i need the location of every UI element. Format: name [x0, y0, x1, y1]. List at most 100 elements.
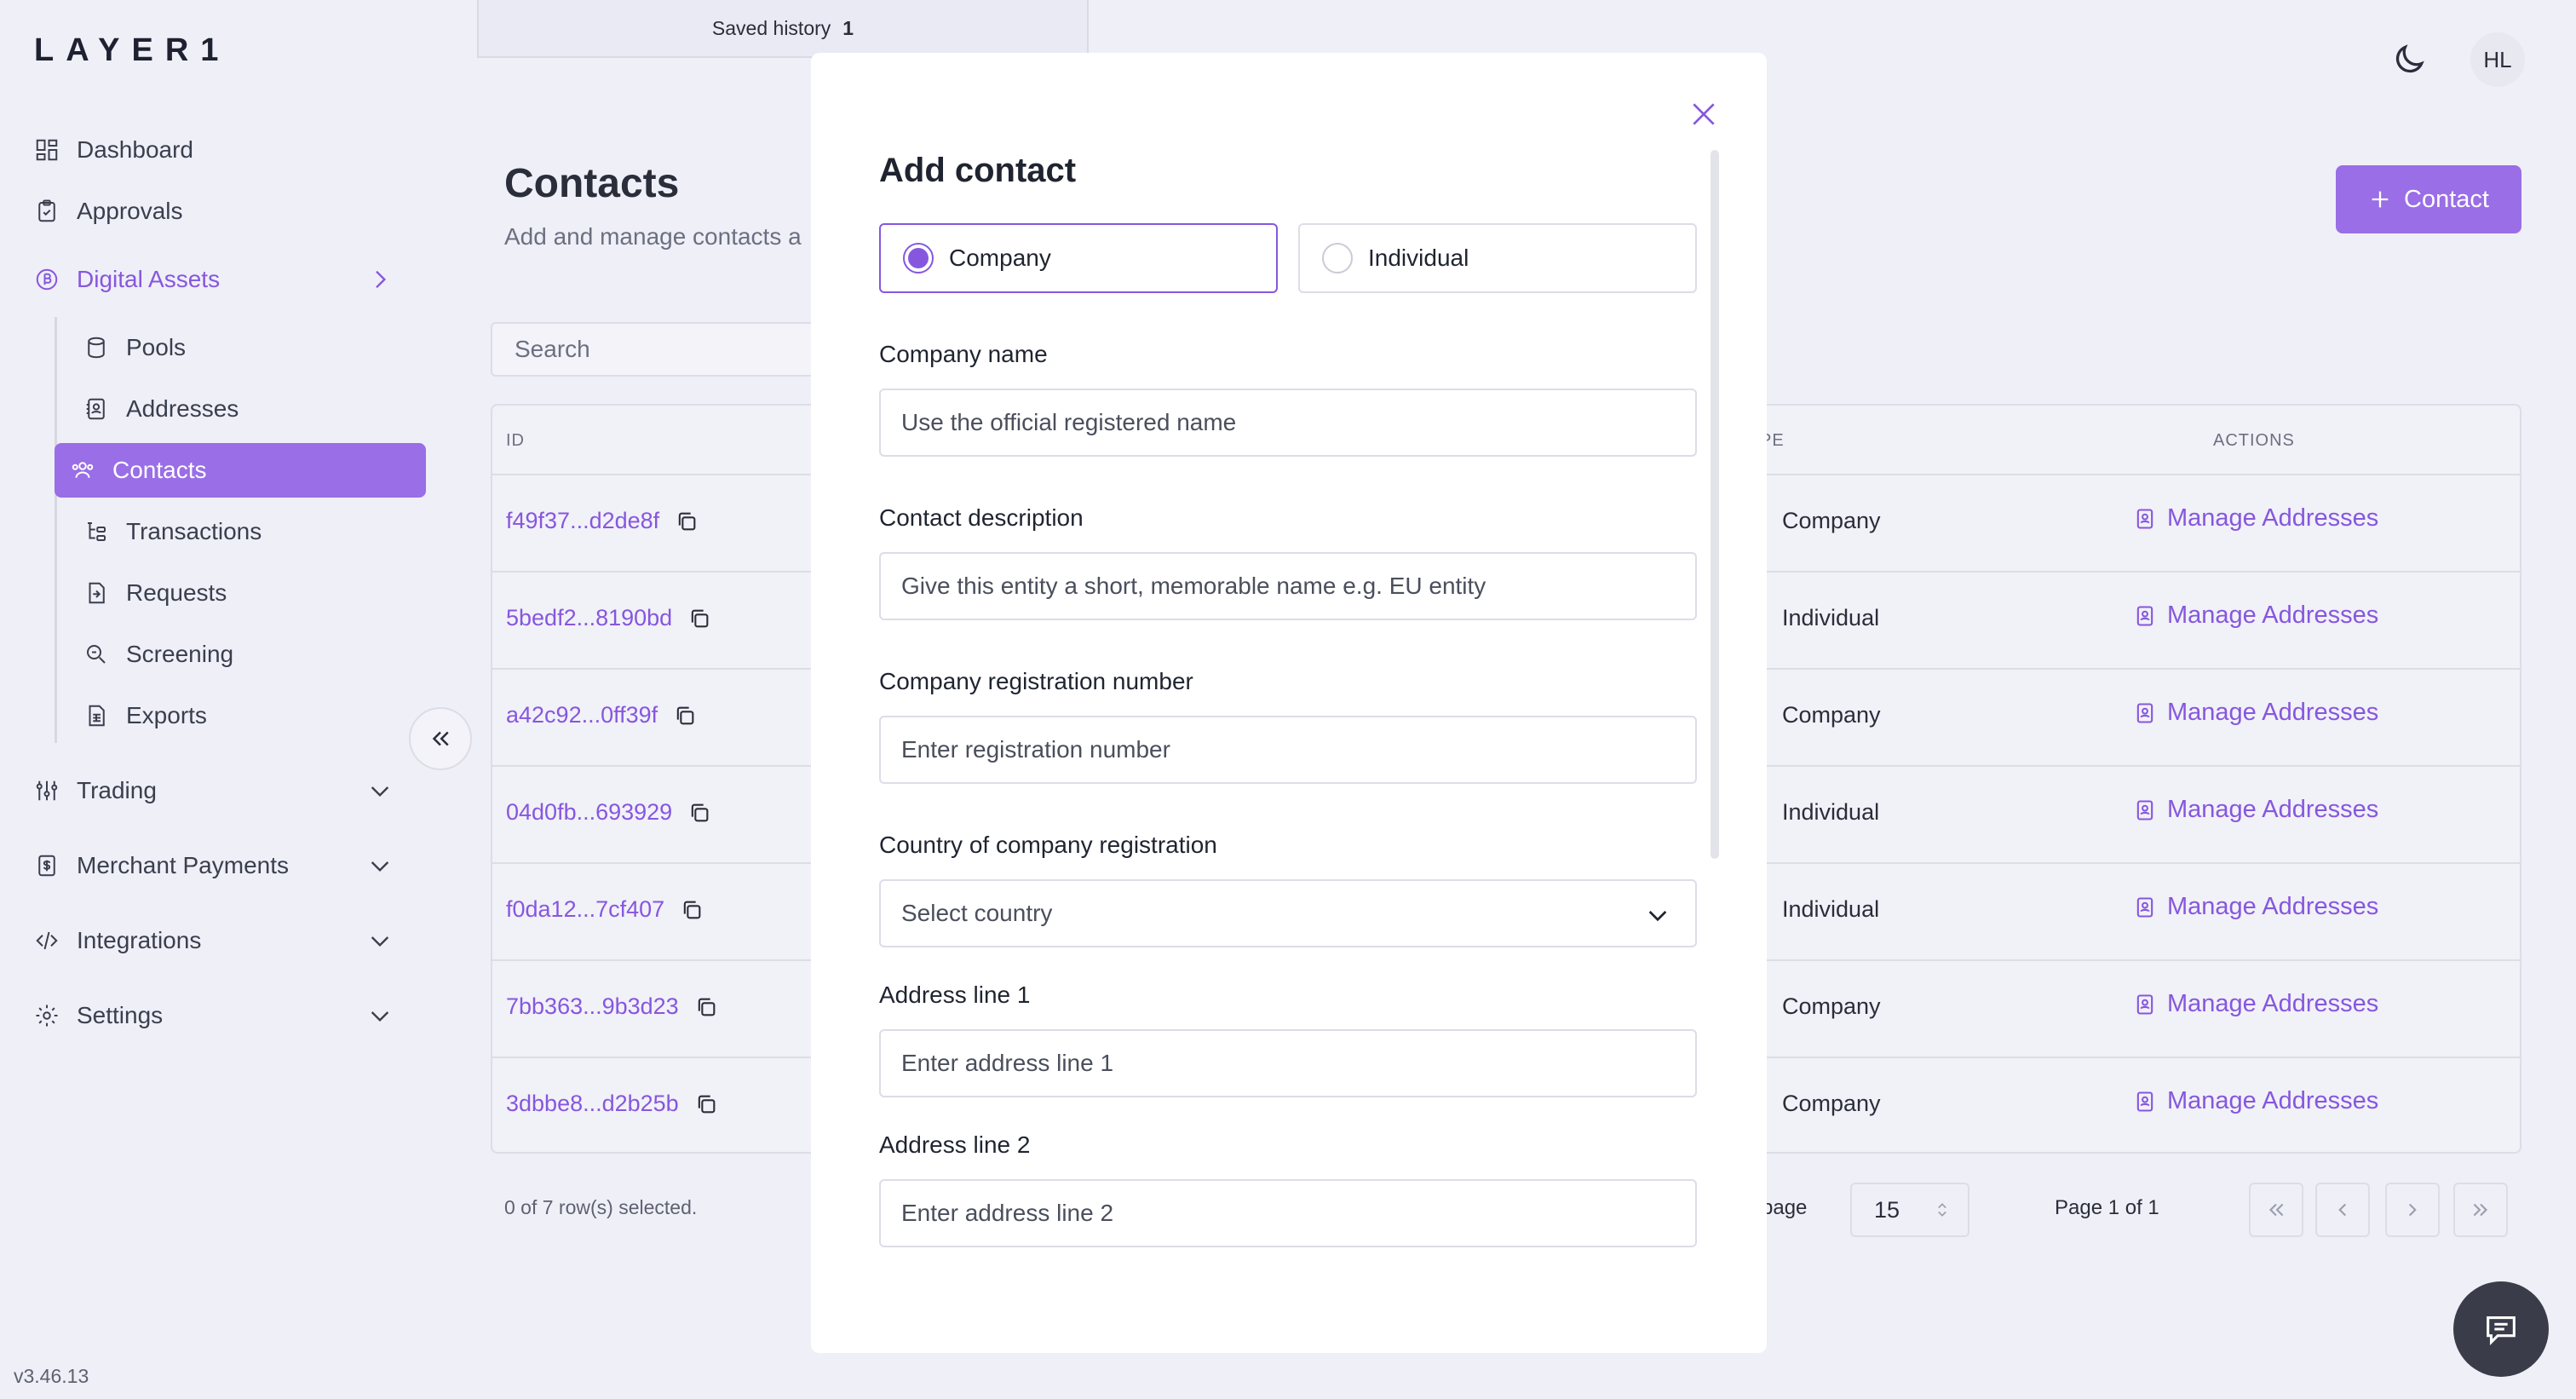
manage-addresses-link[interactable]: Manage Addresses: [2133, 796, 2378, 824]
manage-addresses-label: Manage Addresses: [2167, 893, 2379, 920]
manage-addresses-link[interactable]: Manage Addresses: [2133, 699, 2378, 727]
app-logo[interactable]: LAYER1: [34, 32, 230, 69]
moon-icon[interactable]: [2390, 41, 2428, 78]
saved-history-label: Saved history: [711, 16, 831, 39]
request-icon: [89, 582, 105, 604]
type-option-individual[interactable]: Individual: [1298, 223, 1697, 293]
chevron-down-icon: [371, 861, 389, 872]
sidebar-item-dashboard[interactable]: Dashboard: [34, 126, 193, 174]
contact-description-input[interactable]: Give this entity a short, memorable name…: [879, 552, 1697, 620]
contact-id-link[interactable]: a42c92...0ff39f: [506, 702, 658, 728]
sidebar-subitem-transactions[interactable]: Transactions: [83, 508, 262, 556]
copy-icon[interactable]: [675, 510, 699, 533]
type-option-company[interactable]: Company: [879, 223, 1278, 293]
dialog-scrollbar[interactable]: [1711, 150, 1719, 859]
collapse-sidebar-button[interactable]: [409, 707, 472, 770]
sidebar-item-merchant-payments[interactable]: Merchant Payments: [34, 842, 389, 889]
address-book-icon: [2136, 896, 2153, 918]
saved-history-tab[interactable]: Saved history 1: [477, 0, 1089, 58]
copy-icon[interactable]: [687, 801, 711, 825]
contact-id-link[interactable]: 7bb363...9b3d23: [506, 993, 679, 1020]
spreadsheet-icon: [89, 705, 105, 727]
contact-id-link[interactable]: 3dbbe8...d2b25b: [506, 1091, 679, 1117]
copy-icon[interactable]: [687, 607, 711, 630]
contact-id-link[interactable]: f49f37...d2de8f: [506, 508, 659, 534]
country-select[interactable]: Select country: [879, 879, 1697, 947]
sidebar-subitem-contacts[interactable]: Contacts: [55, 443, 426, 498]
first-page-button[interactable]: [2249, 1183, 2303, 1237]
address-line-1-input[interactable]: Enter address line 1: [879, 1029, 1697, 1097]
sidebar-subitem-screening[interactable]: Screening: [83, 630, 233, 678]
contact-type: Company: [1782, 1091, 1881, 1116]
copy-icon[interactable]: [673, 704, 697, 728]
copy-icon[interactable]: [694, 1092, 718, 1116]
sidebar-item-digital-assets[interactable]: Digital Assets: [34, 256, 387, 303]
registration-number-input[interactable]: Enter registration number: [879, 716, 1697, 784]
manage-addresses-link[interactable]: Manage Addresses: [2133, 504, 2378, 533]
column-header-actions: ACTIONS: [2213, 431, 2295, 450]
chevron-updown-icon: [1938, 1203, 1946, 1217]
avatar[interactable]: HL: [2470, 32, 2525, 87]
sidebar-item-label: Settings: [77, 1002, 164, 1028]
input-placeholder: Enter address line 2: [901, 1200, 1114, 1226]
company-name-label: Company name: [879, 341, 1048, 367]
address-book-icon: [2136, 605, 2153, 626]
address-book-icon: [2136, 508, 2153, 529]
contact-id-link[interactable]: 04d0fb...693929: [506, 799, 672, 826]
radio-button[interactable]: [903, 243, 934, 273]
clipboard-icon: [38, 199, 55, 222]
contact-id-link[interactable]: f0da12...7cf407: [506, 896, 664, 923]
page-subtitle: Add and manage contacts a: [504, 223, 802, 250]
chevron-left-icon: [2338, 1203, 2347, 1217]
manage-addresses-label: Manage Addresses: [2167, 699, 2379, 726]
sidebar-subitem-label: Transactions: [126, 518, 262, 544]
add-contact-button[interactable]: Contact: [2336, 165, 2521, 233]
dashboard-icon: [36, 139, 58, 161]
dollar-doc-icon: [38, 855, 55, 877]
sidebar-subitem-requests[interactable]: Requests: [83, 569, 227, 617]
chevron-right-icon: [376, 270, 387, 289]
type-option-label: Individual: [1368, 245, 1469, 271]
chat-support-button[interactable]: [2453, 1281, 2549, 1377]
search-input[interactable]: Search: [491, 322, 848, 377]
sidebar-subitem-pools[interactable]: Pools: [83, 324, 186, 371]
sidebar-item-trading[interactable]: Trading: [34, 767, 389, 815]
close-icon[interactable]: [1687, 97, 1721, 131]
cylinder-icon: [88, 337, 105, 359]
transactions-icon: [88, 522, 106, 541]
page-title: Contacts: [504, 161, 680, 206]
chat-icon: [2487, 1316, 2516, 1346]
code-icon: [36, 931, 58, 950]
rows-per-page-select[interactable]: 15: [1850, 1183, 1969, 1237]
address-line-2-input[interactable]: Enter address line 2: [879, 1179, 1697, 1247]
manage-addresses-link[interactable]: Manage Addresses: [2133, 990, 2378, 1018]
manage-addresses-label: Manage Addresses: [2167, 990, 2379, 1017]
prev-page-button[interactable]: [2315, 1183, 2370, 1237]
chevron-down-icon: [371, 936, 389, 947]
radio-button[interactable]: [1322, 243, 1353, 273]
sidebar-subitem-exports[interactable]: Exports: [83, 692, 207, 740]
chevron-down-icon: [1648, 911, 1667, 922]
sliders-icon: [36, 780, 58, 801]
last-page-button[interactable]: [2453, 1183, 2508, 1237]
chevrons-left-icon: [2268, 1203, 2284, 1217]
manage-addresses-link[interactable]: Manage Addresses: [2133, 893, 2378, 921]
company-name-input[interactable]: Use the official registered name: [879, 389, 1697, 457]
copy-icon[interactable]: [694, 995, 718, 1019]
copy-icon[interactable]: [680, 898, 704, 922]
manage-addresses-link[interactable]: Manage Addresses: [2133, 602, 2378, 630]
address-book-icon: [2136, 799, 2153, 820]
add-contact-label: Contact: [2404, 185, 2489, 213]
contact-type: Individual: [1782, 896, 1880, 922]
column-header-id[interactable]: ID: [506, 431, 525, 451]
plus-icon: [2372, 191, 2389, 208]
manage-addresses-link[interactable]: Manage Addresses: [2133, 1087, 2378, 1115]
sidebar-item-integrations[interactable]: Integrations: [34, 917, 389, 964]
next-page-button[interactable]: [2385, 1183, 2440, 1237]
sidebar-item-approvals[interactable]: Approvals: [34, 187, 183, 235]
contact-id-link[interactable]: 5bedf2...8190bd: [506, 605, 672, 631]
sidebar-subitem-addresses[interactable]: Addresses: [83, 385, 239, 433]
address-book-icon: [2136, 1091, 2153, 1112]
manage-addresses-label: Manage Addresses: [2167, 1087, 2379, 1114]
sidebar-item-settings[interactable]: Settings: [34, 992, 389, 1039]
